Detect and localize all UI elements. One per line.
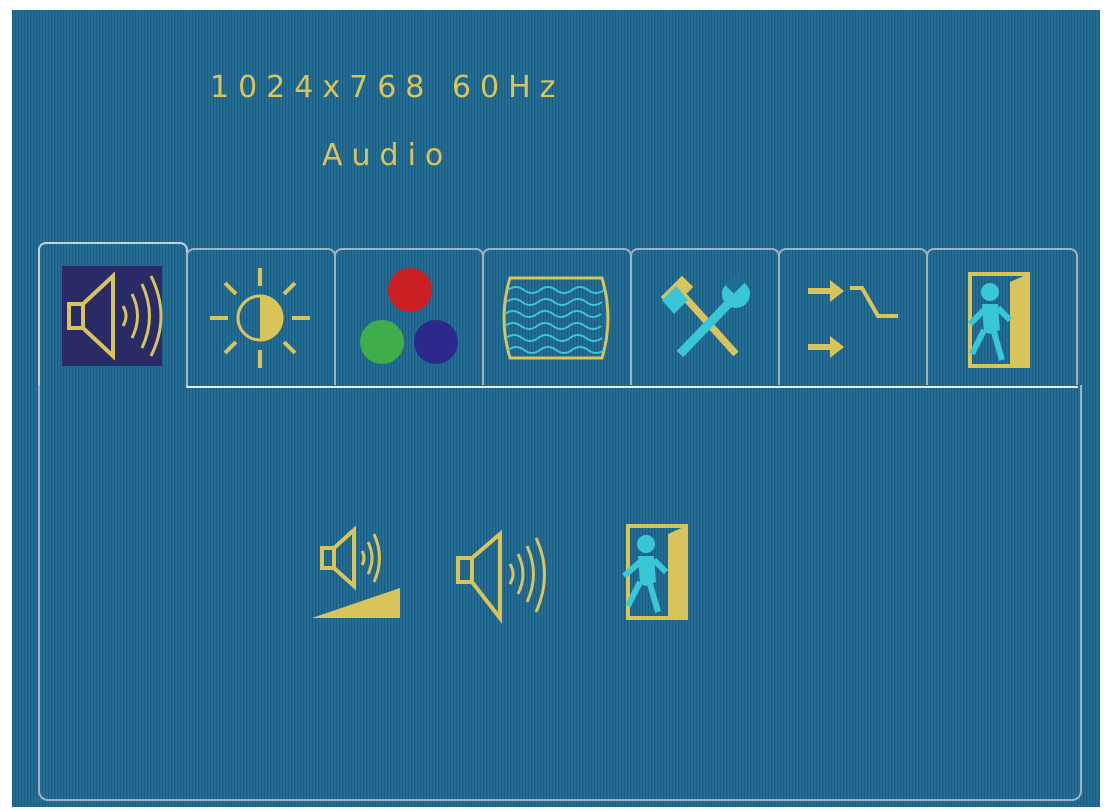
osd-menu: 1024x768 60Hz Audio [12,10,1100,807]
menu-title: Audio [322,138,453,173]
tab-input[interactable] [778,248,928,385]
hammer-wrench-icon [660,272,750,358]
rgb-dots-icon [360,268,458,364]
resolution-label: 1024x768 60Hz [210,70,565,105]
tab-image[interactable] [482,248,632,385]
submenu-exit-item[interactable] [612,522,702,626]
mute-item[interactable] [452,520,562,624]
volume-item[interactable] [308,518,408,622]
brightness-sun-icon [210,268,310,368]
wave-screen-icon [502,276,610,360]
tab-audio[interactable] [38,242,188,388]
volume-level-icon [312,525,400,618]
input-switch-icon [808,280,898,358]
exit-door-icon [622,524,688,620]
tab-brightness[interactable] [186,248,336,385]
speaker-icon [456,529,546,624]
speaker-icon [62,266,163,366]
tab-tools[interactable] [630,248,780,385]
exit-door-icon [967,272,1030,368]
tab-color[interactable] [334,248,484,385]
tab-exit[interactable] [926,248,1078,385]
